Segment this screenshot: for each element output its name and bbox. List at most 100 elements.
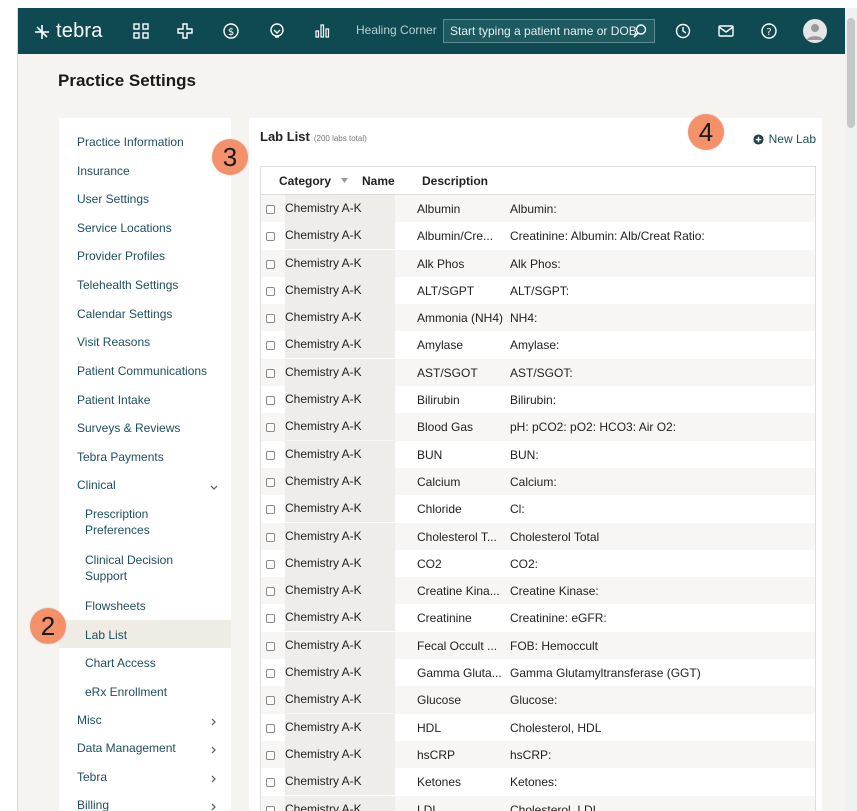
row-checkbox[interactable] bbox=[266, 232, 275, 242]
tebra-logo[interactable]: tebra bbox=[34, 20, 103, 43]
cell-name: Chloride bbox=[417, 502, 462, 517]
help-icon[interactable]: ? bbox=[759, 21, 779, 41]
table-row[interactable]: Chemistry A-K Albumin/Cre... Creatinine: A… bbox=[261, 222, 815, 250]
sidebar-item-clinical[interactable]: Clinical bbox=[59, 478, 231, 496]
sidebar-item-prescription-preferences[interactable]: Prescription Preferences bbox=[59, 506, 231, 542]
sidebar-item-label: Visit Reasons bbox=[77, 335, 151, 349]
table-row[interactable]: Chemistry A-K Creatine Kina... Creatine Ki… bbox=[261, 577, 815, 605]
sidebar-item-telehealth-settings[interactable]: Telehealth Settings bbox=[59, 278, 231, 296]
table-row[interactable]: Chemistry A-K Fecal Occult ... FOB: Hemocc… bbox=[261, 631, 815, 660]
messages-icon[interactable] bbox=[716, 21, 736, 41]
column-header-description[interactable]: Description bbox=[422, 174, 488, 188]
cell-description: Creatinine: Albumin: Alb/Creat Ratio: bbox=[510, 229, 705, 244]
sidebar-item-lab-list[interactable]: Lab List bbox=[59, 620, 231, 648]
sidebar-item-data-management[interactable]: Data Management bbox=[59, 741, 231, 759]
column-header-category[interactable]: Category bbox=[279, 174, 331, 188]
sidebar-item-service-locations[interactable]: Service Locations bbox=[59, 221, 231, 239]
row-checkbox[interactable] bbox=[266, 286, 275, 296]
table-row[interactable]: Chemistry A-K Blood Gas pH: pCO2: pO2: HCO… bbox=[261, 413, 815, 441]
row-checkbox[interactable] bbox=[266, 614, 275, 624]
practice-name[interactable]: Healing Corner bbox=[356, 23, 437, 37]
billing-icon[interactable]: $ bbox=[221, 21, 241, 41]
row-checkbox[interactable] bbox=[266, 805, 275, 811]
row-checkbox[interactable] bbox=[266, 559, 275, 569]
dashboard-icon[interactable] bbox=[131, 21, 151, 41]
cell-category: Chemistry A-K bbox=[285, 304, 395, 332]
table-row[interactable]: Chemistry A-K Gamma Gluta... Gamma Glutamy… bbox=[261, 659, 815, 687]
lab-table: Category Name Description Chemistry A-K A… bbox=[260, 166, 816, 811]
sidebar-item-chart-access[interactable]: Chart Access bbox=[59, 655, 231, 673]
row-checkbox[interactable] bbox=[266, 205, 275, 214]
top-nav-bar: tebra $ Healing Corner Start typing a pa… bbox=[18, 8, 845, 54]
row-checkbox[interactable] bbox=[266, 750, 275, 760]
row-checkbox[interactable] bbox=[266, 723, 275, 733]
sidebar-item-insurance[interactable]: Insurance bbox=[59, 164, 231, 182]
row-checkbox[interactable] bbox=[266, 505, 275, 515]
sort-down-icon[interactable] bbox=[341, 178, 348, 183]
sidebar-item-tebra[interactable]: Tebra bbox=[59, 770, 231, 788]
table-row[interactable]: Chemistry A-K Chloride Cl: bbox=[261, 495, 815, 523]
table-row[interactable]: Chemistry A-K LDL Cholesterol, LDL bbox=[261, 795, 815, 811]
table-row[interactable]: Chemistry A-K Glucose Glucose: bbox=[261, 686, 815, 714]
patient-search-input[interactable]: Start typing a patient name or DOB bbox=[443, 19, 655, 43]
row-checkbox[interactable] bbox=[266, 423, 275, 433]
sidebar-item-label: Patient Communications bbox=[77, 364, 208, 378]
cell-description: CO2: bbox=[510, 556, 539, 571]
table-row[interactable]: Chemistry A-K Calcium Calcium: bbox=[261, 467, 815, 496]
clinical-icon[interactable] bbox=[175, 21, 195, 41]
table-row[interactable]: Chemistry A-K Bilirubin Bilirubin: bbox=[261, 386, 815, 414]
sidebar-item-patient-communications[interactable]: Patient Communications bbox=[59, 364, 231, 382]
row-checkbox[interactable] bbox=[266, 532, 275, 542]
sidebar-item-practice-information[interactable]: Practice Information bbox=[59, 135, 231, 153]
table-row[interactable]: Chemistry A-K Amylase Amylase: bbox=[261, 331, 815, 359]
cell-category: Chemistry A-K bbox=[285, 276, 395, 304]
row-checkbox[interactable] bbox=[266, 368, 275, 378]
sidebar-item-provider-profiles[interactable]: Provider Profiles bbox=[59, 249, 231, 267]
sidebar-item-visit-reasons[interactable]: Visit Reasons bbox=[59, 335, 231, 353]
sidebar-item-billing[interactable]: Billing bbox=[59, 798, 231, 811]
cell-description: AST/SGOT: bbox=[510, 365, 573, 380]
column-header-name[interactable]: Name bbox=[362, 174, 395, 188]
table-row[interactable]: Chemistry A-K AST/SGOT AST/SGOT: bbox=[261, 358, 815, 387]
table-row[interactable]: Chemistry A-K CO2 CO2: bbox=[261, 549, 815, 577]
table-row[interactable]: Chemistry A-K hsCRP hsCRP: bbox=[261, 740, 815, 769]
row-checkbox[interactable] bbox=[266, 477, 275, 487]
table-row[interactable]: Chemistry A-K Ketones Ketones: bbox=[261, 768, 815, 796]
table-row[interactable]: Chemistry A-K HDL Cholesterol, HDL bbox=[261, 713, 815, 741]
table-row[interactable]: Chemistry A-K BUN BUN: bbox=[261, 440, 815, 468]
row-checkbox[interactable] bbox=[266, 778, 275, 788]
sidebar-item-patient-intake[interactable]: Patient Intake bbox=[59, 393, 231, 411]
row-checkbox[interactable] bbox=[266, 641, 275, 651]
row-checkbox[interactable] bbox=[266, 696, 275, 706]
sidebar-item-calendar-settings[interactable]: Calendar Settings bbox=[59, 307, 231, 325]
new-lab-button[interactable]: New Lab bbox=[753, 132, 816, 146]
sidebar-item-misc[interactable]: Misc bbox=[59, 713, 231, 731]
table-row[interactable]: Chemistry A-K ALT/SGPT ALT/SGPT: bbox=[261, 276, 815, 304]
table-row[interactable]: Chemistry A-K Creatinine Creatinine: eGFR: bbox=[261, 604, 815, 632]
sidebar-item-flowsheets[interactable]: Flowsheets bbox=[59, 598, 231, 616]
table-row[interactable]: Chemistry A-K Cholesterol T... Cholesterol… bbox=[261, 522, 815, 550]
sidebar-item-user-settings[interactable]: User Settings bbox=[59, 192, 231, 210]
table-row[interactable]: Chemistry A-K Albumin Albumin: bbox=[261, 195, 815, 223]
row-checkbox[interactable] bbox=[266, 396, 275, 406]
cell-name: Glucose bbox=[417, 693, 462, 708]
sidebar-item-erx-enrollment[interactable]: eRx Enrollment bbox=[59, 684, 231, 702]
sidebar-item-clinical-decision-support[interactable]: Clinical Decision Support bbox=[59, 552, 231, 588]
row-checkbox[interactable] bbox=[266, 450, 275, 460]
scrollbar-thumb[interactable] bbox=[847, 18, 855, 128]
avatar[interactable] bbox=[803, 19, 827, 43]
sidebar-item-tebra-payments[interactable]: Tebra Payments bbox=[59, 450, 231, 468]
engage-icon[interactable] bbox=[267, 21, 287, 41]
row-checkbox[interactable] bbox=[266, 669, 275, 679]
sidebar-item-surveys-reviews[interactable]: Surveys & Reviews bbox=[59, 421, 231, 439]
history-icon[interactable] bbox=[673, 21, 693, 41]
reports-icon[interactable] bbox=[312, 21, 332, 41]
table-row[interactable]: Chemistry A-K Ammonia (NH4) NH4: bbox=[261, 304, 815, 332]
table-row[interactable]: Chemistry A-K Alk Phos Alk Phos: bbox=[261, 249, 815, 277]
search-icon[interactable] bbox=[632, 23, 648, 39]
row-checkbox[interactable] bbox=[266, 259, 275, 269]
row-checkbox[interactable] bbox=[266, 314, 275, 324]
row-checkbox[interactable] bbox=[266, 341, 275, 351]
page-scrollbar[interactable] bbox=[845, 8, 857, 811]
row-checkbox[interactable] bbox=[266, 587, 275, 597]
